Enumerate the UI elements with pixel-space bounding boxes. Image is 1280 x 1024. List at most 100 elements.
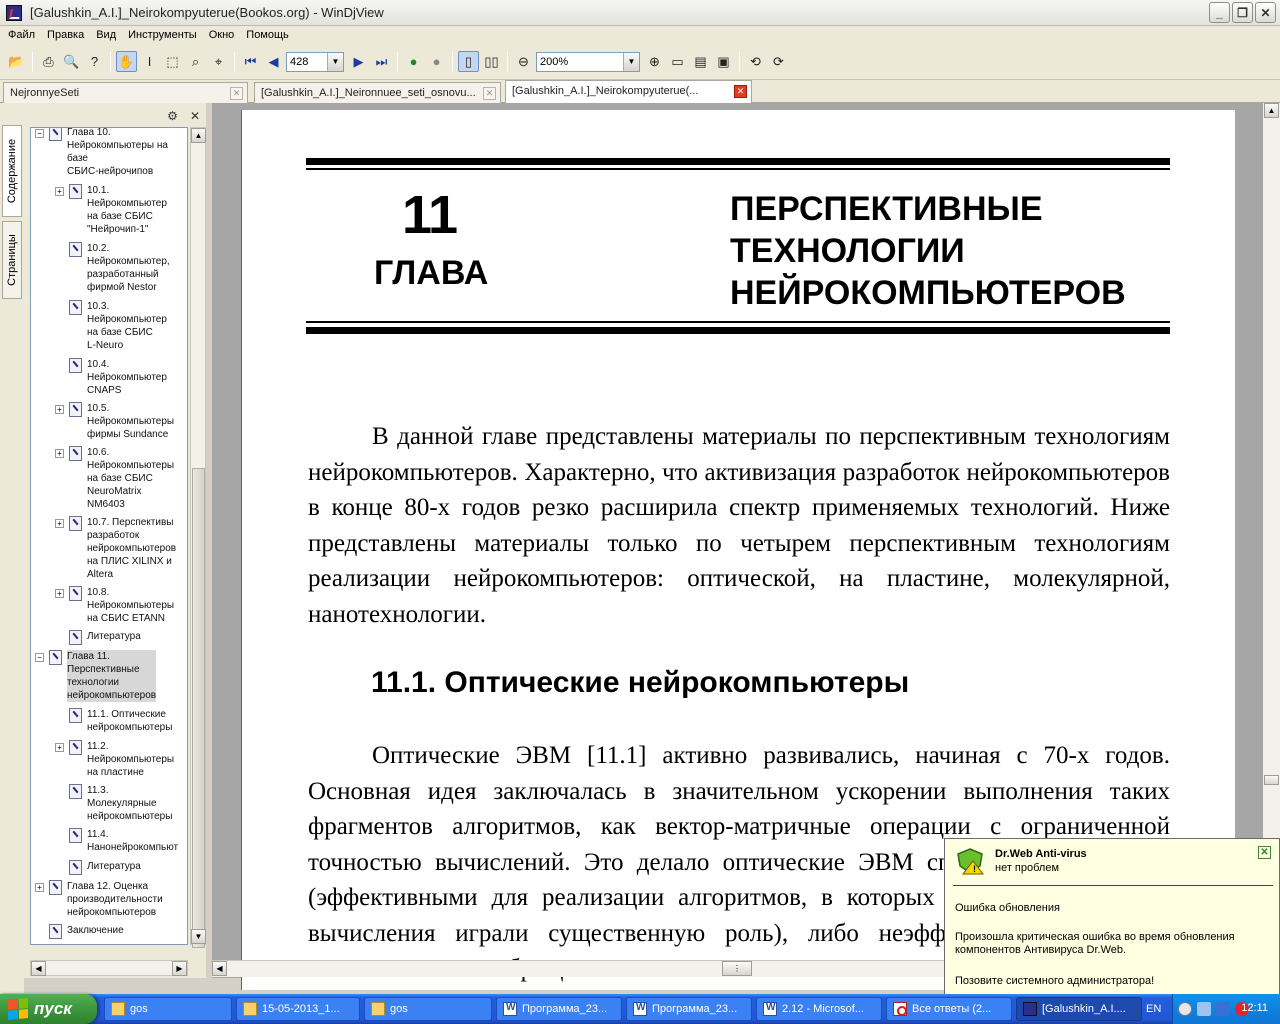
taskbar-button-label: [Galushkin_A.I.... [1042, 1003, 1126, 1015]
taskbar-button[interactable]: [Galushkin_A.I.... [1016, 997, 1142, 1021]
drweb-notification[interactable]: ! Dr.Web Anti-virus нет проблем ✕ Ошибка… [944, 838, 1280, 995]
tab-contents[interactable]: Содержание [2, 125, 22, 217]
taskbar-button[interactable]: Программа_23... [496, 997, 622, 1021]
menu-bar: Файл Правка Вид Инструменты Окно Помощь [0, 26, 1280, 44]
windjview-app-icon[interactable] [6, 4, 22, 21]
clock[interactable]: 12:11 [1241, 1002, 1268, 1014]
close-notification-icon[interactable]: ✕ [1258, 846, 1271, 859]
text-select-icon[interactable]: I [139, 51, 160, 72]
zoom-combo[interactable]: 200% ▼ [536, 51, 640, 72]
taskbar-button[interactable]: gos [104, 997, 232, 1021]
chevron-down-icon[interactable]: ▼ [327, 52, 343, 71]
bottom-rule-thin [306, 321, 1170, 323]
folder-icon [371, 1002, 385, 1016]
zoom-tool-icon[interactable]: ⌕ [185, 51, 206, 72]
notification-body: Произошла критическая ошибка во время об… [955, 931, 1235, 956]
expand-icon[interactable]: + [55, 449, 64, 458]
prev-page-icon[interactable]: ◀ [263, 51, 284, 72]
chapter-title-line: ТЕХНОЛОГИИ [730, 232, 965, 270]
tree-item-label: 10.8. Нейрокомпьютеры на СБИС ETANN [87, 587, 175, 624]
close-window-button[interactable]: ✕ [1255, 2, 1276, 23]
taskbar-button[interactable]: Программа_23... [626, 997, 752, 1021]
sidebar-header: ⚙ ✕ [24, 103, 206, 129]
top-rule [306, 158, 1170, 165]
scroll-up-icon[interactable]: ▲ [1264, 103, 1279, 118]
rotate-right-icon[interactable]: ⟳ [768, 51, 789, 72]
first-page-icon[interactable]: ⏮ [240, 51, 261, 72]
zoom-out-icon[interactable]: ⊖ [513, 51, 534, 72]
expand-icon[interactable]: + [55, 519, 64, 528]
menu-window[interactable]: Окно [203, 29, 241, 41]
taskbar-button[interactable]: Все ответы (2... [886, 997, 1012, 1021]
chapter-title-line: ПЕРСПЕКТИВНЫЕ [730, 190, 1043, 228]
menu-edit[interactable]: Правка [41, 29, 90, 41]
minimize-button[interactable]: _ [1209, 2, 1230, 23]
scroll-thumb[interactable]: ⋮ [722, 961, 752, 976]
fit-width-icon[interactable]: ▤ [690, 51, 711, 72]
menu-help[interactable]: Помощь [240, 29, 295, 41]
tree-horizontal-scrollbar[interactable]: ◀ ▶ [30, 960, 188, 976]
menu-tools[interactable]: Инструменты [122, 29, 203, 41]
back-icon[interactable]: ● [403, 51, 424, 72]
actual-size-icon[interactable]: ▣ [713, 51, 734, 72]
bookmark-page-icon [69, 740, 82, 755]
hand-tool-icon[interactable]: ✋ [116, 51, 137, 72]
expand-icon[interactable]: + [55, 589, 64, 598]
expand-icon[interactable]: + [55, 743, 64, 752]
monitor-icon[interactable] [1216, 1002, 1230, 1016]
expand-icon[interactable]: + [55, 187, 64, 196]
last-page-icon[interactable]: ⏭ [371, 51, 392, 72]
scroll-right-icon[interactable]: ▶ [172, 961, 187, 976]
menu-file[interactable]: Файл [2, 29, 41, 41]
scroll-thumb[interactable] [1264, 775, 1279, 785]
facing-pages-icon[interactable]: ▯▯ [481, 51, 502, 72]
next-page-icon[interactable]: ▶ [348, 51, 369, 72]
find-icon[interactable]: 🔍 [61, 51, 82, 72]
bookmark-page-icon [69, 828, 82, 843]
tab-nejronnyeseti[interactable]: NejronnyeSeti ✕ [3, 82, 248, 103]
tab-neirokompyuterue[interactable]: [Galushkin_A.I.]_Neirokompyuterue(... ✕ [505, 80, 752, 104]
expand-icon[interactable]: + [55, 405, 64, 414]
bookmark-page-icon [69, 446, 82, 461]
tab-neironnuee-seti[interactable]: [Galushkin_A.I.]_Neironnuee_seti_osnovu.… [254, 82, 501, 103]
scroll-down-icon[interactable]: ▼ [191, 929, 206, 944]
rect-select-icon[interactable]: ⬚ [162, 51, 183, 72]
language-indicator[interactable]: EN [1146, 1003, 1161, 1015]
network-icon[interactable] [1197, 1002, 1211, 1016]
print-icon[interactable]: ⎙ [38, 51, 59, 72]
close-tab-icon[interactable]: ✕ [483, 87, 496, 100]
start-button[interactable]: пуск [0, 994, 97, 1024]
zoom-in-icon[interactable]: ⊕ [644, 51, 665, 72]
tab-pages[interactable]: Страницы [2, 221, 22, 299]
close-sidebar-icon[interactable]: ✕ [190, 109, 200, 123]
single-page-icon[interactable]: ▯ [458, 51, 479, 72]
close-tab-icon[interactable]: ✕ [734, 85, 747, 98]
settings-gear-icon[interactable]: ⚙ [167, 109, 178, 123]
close-tab-icon[interactable]: ✕ [230, 87, 243, 100]
help-icon[interactable]: ? [84, 51, 105, 72]
taskbar-button[interactable]: 15-05-2013_1... [236, 997, 360, 1021]
rotate-left-icon[interactable]: ⟲ [745, 51, 766, 72]
scroll-left-icon[interactable]: ◀ [31, 961, 46, 976]
expand-icon[interactable]: + [35, 883, 44, 892]
page-number-combo[interactable]: 428 ▼ [286, 51, 344, 72]
scroll-left-icon[interactable]: ◀ [212, 961, 227, 976]
scroll-up-icon[interactable]: ▲ [191, 128, 206, 143]
scroll-thumb[interactable] [192, 468, 205, 948]
collapse-icon[interactable]: − [35, 653, 44, 662]
restore-button[interactable]: ❐ [1232, 2, 1253, 23]
tab-label: [Galushkin_A.I.]_Neirokompyuterue(... [512, 85, 699, 97]
tree-item-label: Заключение [67, 925, 124, 936]
zoom-rect-icon[interactable]: ⌖ [208, 51, 229, 72]
taskbar-button[interactable]: 2.12 - Microsof... [756, 997, 882, 1021]
collapse-icon[interactable]: − [35, 129, 44, 138]
open-icon[interactable]: 📂 [6, 51, 27, 72]
contents-sidebar: ⚙ ✕ − Глава 10. Нейрокомпьютеры на базе С… [24, 103, 206, 978]
menu-view[interactable]: Вид [90, 29, 122, 41]
back-arrow-icon[interactable] [1178, 1002, 1192, 1016]
fit-page-icon[interactable]: ▭ [667, 51, 688, 72]
taskbar-button[interactable]: gos [364, 997, 492, 1021]
forward-icon[interactable]: ● [426, 51, 447, 72]
chevron-down-icon[interactable]: ▼ [623, 52, 639, 71]
tree-vertical-scrollbar[interactable]: ▲ ▼ [190, 127, 206, 948]
